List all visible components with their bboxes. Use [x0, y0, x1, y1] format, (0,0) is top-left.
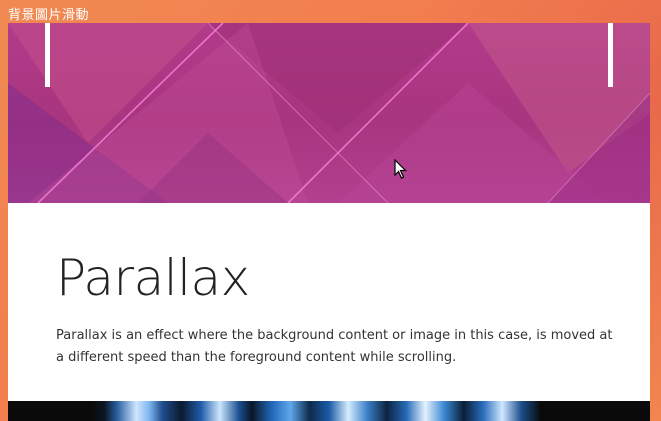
hero-triangles	[8, 23, 650, 203]
hero-background-image	[8, 23, 650, 203]
card-header: Parallax	[56, 248, 616, 308]
description-text: Parallax is an effect where the backgrou…	[56, 328, 613, 365]
window-title: 背景圖片滑動	[8, 8, 90, 23]
right-scroll-indicator	[608, 23, 613, 87]
page-title: Parallax	[56, 249, 250, 307]
page-content[interactable]: Parallax Parallax is an effect where the…	[8, 23, 650, 421]
left-scroll-indicator	[45, 23, 50, 87]
footer-image-strip	[8, 401, 650, 421]
